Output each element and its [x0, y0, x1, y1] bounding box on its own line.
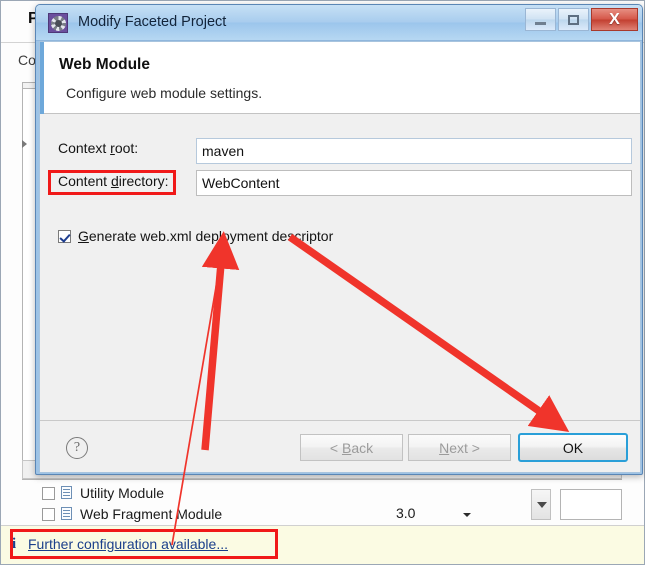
next-button-label: Next >	[439, 439, 480, 456]
next-button[interactable]: Next >	[408, 434, 511, 461]
dialog-body: Web Module Configure web module settings…	[39, 41, 641, 473]
tree-expand-arrow-icon[interactable]	[22, 140, 27, 148]
content-directory-label: Content directory:	[58, 173, 169, 189]
module-document-icon	[61, 507, 73, 521]
gear-icon	[48, 13, 68, 33]
page-description: Configure web module settings.	[66, 85, 263, 101]
dialog-header: Web Module Configure web module settings…	[40, 42, 640, 114]
page-title: Web Module	[59, 56, 150, 73]
dialog-title: Modify Faceted Project	[78, 14, 227, 30]
content-directory-input[interactable]: WebContent	[196, 170, 632, 196]
table-row[interactable]: Utility Module	[42, 483, 164, 503]
back-button-label: < Back	[329, 439, 374, 456]
content-directory-row: Content directory:	[58, 173, 169, 189]
footer-divider	[40, 420, 640, 421]
maximize-button[interactable]	[558, 8, 589, 31]
ok-button[interactable]: OK	[518, 433, 628, 462]
dialog-titlebar[interactable]: Modify Faceted Project X	[36, 5, 642, 41]
back-button[interactable]: < Back	[300, 434, 403, 461]
row-checkbox[interactable]	[42, 507, 55, 521]
info-icon: i	[12, 536, 17, 552]
window-controls: X	[525, 8, 638, 31]
close-button[interactable]: X	[591, 8, 638, 31]
minimize-icon	[535, 21, 546, 25]
context-root-input[interactable]: maven	[196, 138, 632, 164]
context-root-value: maven	[202, 143, 245, 159]
modify-faceted-project-dialog: Modify Faceted Project X Web Module Conf…	[35, 4, 643, 475]
list-item-label: Web Fragment Module	[80, 506, 223, 522]
further-configuration-link[interactable]: Further configuration available...	[28, 536, 228, 552]
header-accent-bar	[40, 42, 44, 114]
content-directory-value: WebContent	[202, 175, 280, 191]
chevron-down-icon	[537, 502, 547, 508]
help-button[interactable]: ?	[66, 437, 88, 459]
generate-webxml-label: Generate web.xml deployment descriptor	[78, 228, 334, 244]
context-root-row: Context root:	[58, 140, 206, 156]
close-icon: X	[609, 10, 620, 28]
generate-webxml-checkbox[interactable]	[58, 229, 71, 243]
generate-webxml-checkbox-row[interactable]: Generate web.xml deployment descriptor	[58, 228, 333, 244]
version-value[interactable]: 3.0	[396, 505, 415, 521]
maximize-icon	[568, 14, 579, 25]
side-button-panel[interactable]	[560, 489, 622, 520]
ok-button-label: OK	[562, 439, 584, 456]
screenshot-root: Pro Con Pr Utility Module Web Fragment M…	[0, 0, 645, 565]
help-icon: ?	[73, 440, 81, 455]
list-item-label: Utility Module	[80, 485, 165, 501]
context-root-label: Context root:	[58, 140, 139, 156]
module-document-icon	[61, 486, 73, 500]
table-row[interactable]: Web Fragment Module	[42, 504, 222, 524]
row-checkbox[interactable]	[42, 486, 55, 500]
chevron-down-icon[interactable]	[463, 513, 471, 517]
minimize-button[interactable]	[525, 8, 556, 31]
